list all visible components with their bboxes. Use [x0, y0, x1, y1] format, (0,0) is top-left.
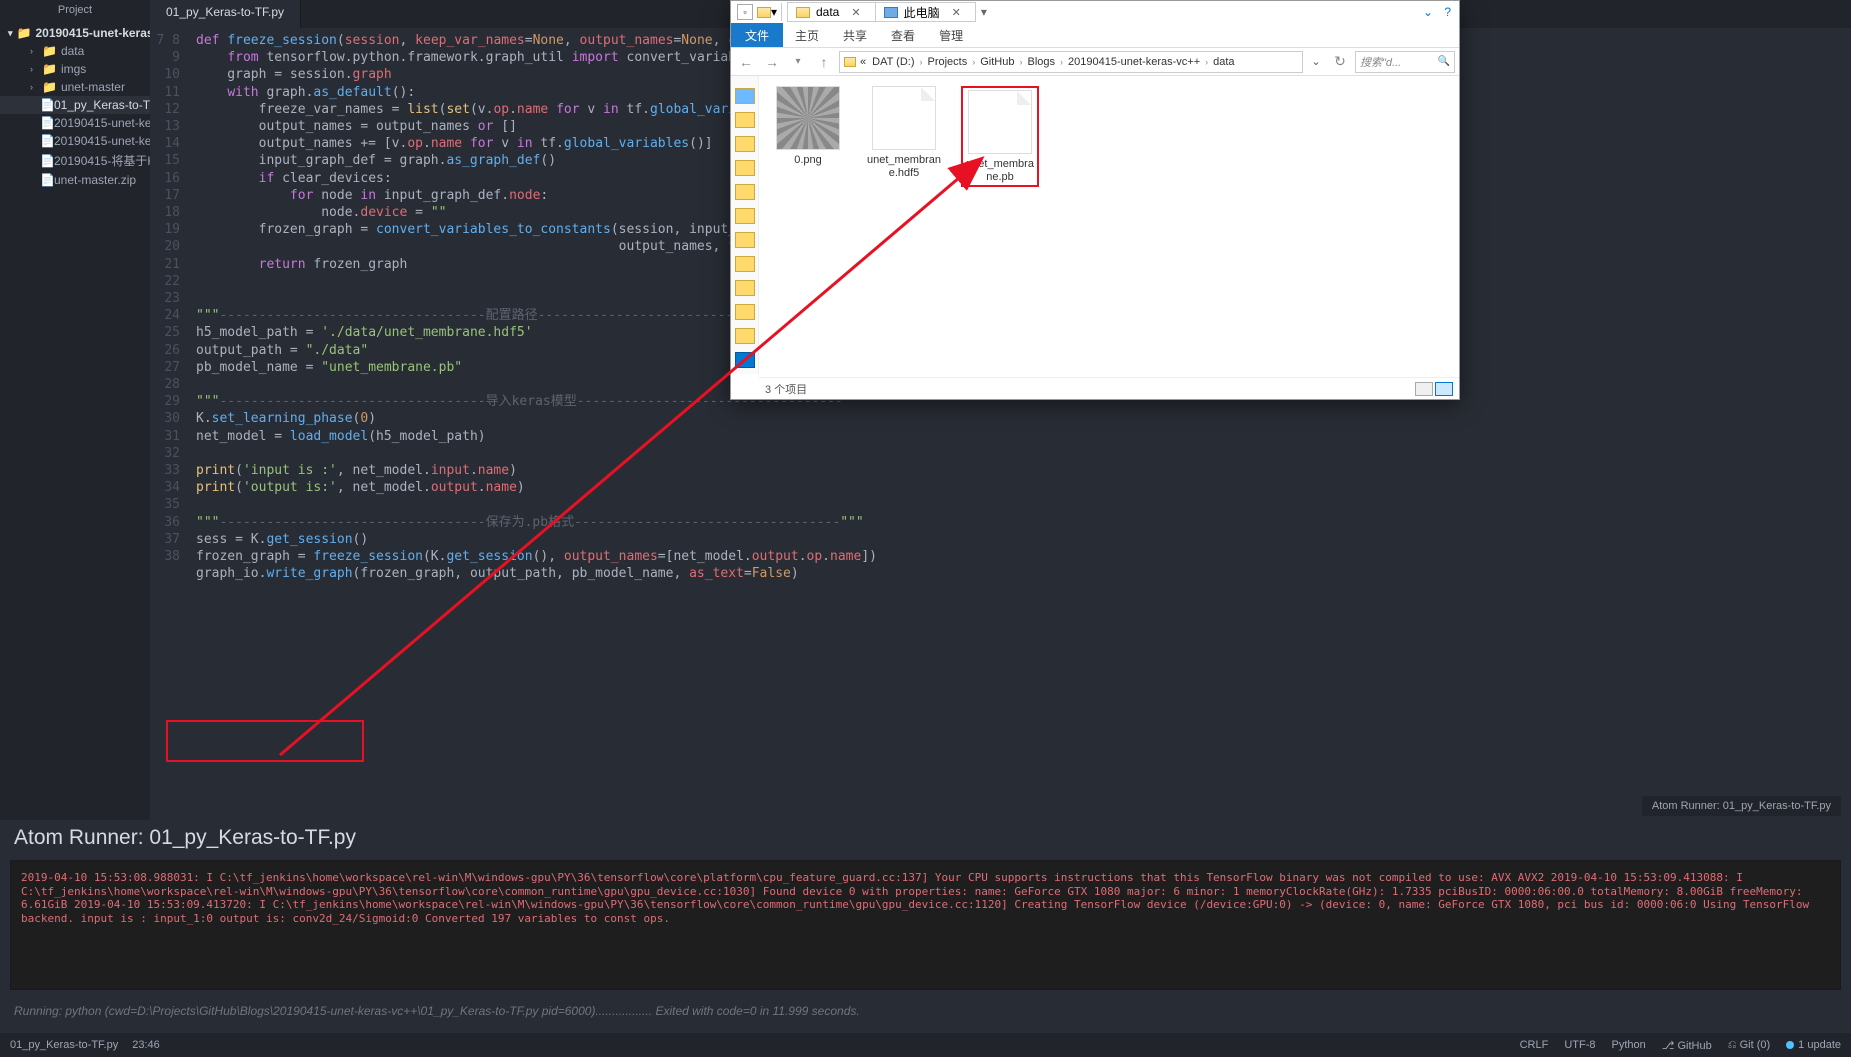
folder-icon — [844, 57, 856, 67]
folder-icon[interactable] — [735, 256, 755, 272]
sidebar-title: Project — [0, 0, 150, 20]
refresh-icon[interactable]: ↻ — [1329, 51, 1351, 73]
nav-history-icon[interactable]: ▾ — [787, 51, 809, 73]
pc-icon — [884, 7, 898, 18]
image-thumb — [776, 86, 840, 150]
folder-icon — [796, 7, 810, 18]
folder-icon[interactable] — [735, 208, 755, 224]
ribbon-manage[interactable]: 管理 — [927, 23, 975, 47]
tree-file[interactable]: 📄unet-master.zip — [0, 171, 150, 189]
status-bar: 01_py_Keras-to-TF.py 23:46 CRLF UTF-8 Py… — [0, 1033, 1851, 1057]
runner-title: Atom Runner: 01_py_Keras-to-TF.py — [14, 826, 1841, 850]
ribbon-home[interactable]: 主页 — [783, 23, 831, 47]
ribbon-view[interactable]: 查看 — [879, 23, 927, 47]
sb-encoding[interactable]: UTF-8 — [1564, 1039, 1595, 1051]
crumb[interactable]: DAT (D:) — [870, 56, 916, 68]
tree-file[interactable]: 📄20190415-将基于Keras — [0, 150, 150, 171]
sb-lang[interactable]: Python — [1612, 1039, 1646, 1051]
folder-icon[interactable] — [735, 304, 755, 320]
sb-github[interactable]: ⎇ GitHub — [1662, 1039, 1712, 1052]
folder-icon[interactable] — [735, 136, 755, 152]
folder-icon — [757, 7, 771, 18]
runner-status: Running: python (cwd=D:\Projects\GitHub\… — [14, 1004, 1841, 1018]
project-sidebar: Project ▾📁20190415-unet-keras-vc ›📁data … — [0, 0, 150, 820]
tree-file[interactable]: 📄20190415-unet-keras- — [0, 132, 150, 150]
explorer-search[interactable]: 搜索"d... — [1355, 51, 1455, 73]
explorer-icon: ▫ — [737, 4, 753, 20]
address-bar[interactable]: « DAT (D:)› Projects› GitHub› Blogs› 201… — [839, 51, 1303, 73]
sb-time: 23:46 — [132, 1039, 160, 1051]
sb-git[interactable]: ⎌ Git (0) — [1728, 1039, 1770, 1052]
crumb[interactable]: 20190415-unet-keras-vc++ — [1066, 56, 1202, 68]
file-thumb — [872, 86, 936, 150]
tree-file[interactable]: 📄20190415-unet-keras- — [0, 114, 150, 132]
crumb[interactable]: data — [1211, 56, 1236, 68]
close-icon[interactable]: ✕ — [952, 6, 961, 19]
new-tab-icon[interactable]: ▾ — [975, 5, 993, 19]
folder-icon[interactable] — [735, 160, 755, 176]
crumb[interactable]: Blogs — [1026, 56, 1058, 68]
file-thumb — [968, 90, 1032, 154]
explorer-window[interactable]: ▫ ▾ data✕ 此电脑✕ ▾ 文件 主页 共享 查看 管理 ⌄ ? ← → … — [730, 0, 1460, 400]
crumb[interactable]: Projects — [926, 56, 970, 68]
file-item[interactable]: 0.png — [769, 86, 847, 167]
explorer-nav[interactable] — [731, 76, 759, 374]
runner-panel: Atom Runner: 01_py_Keras-to-TF.py Atom R… — [0, 820, 1851, 1057]
view-icons-icon[interactable] — [1435, 382, 1453, 396]
expand-ribbon-icon[interactable]: ⌄ — [1423, 5, 1433, 19]
crumb[interactable]: GitHub — [978, 56, 1016, 68]
runner-tab[interactable]: Atom Runner: 01_py_Keras-to-TF.py — [1642, 796, 1841, 816]
ribbon-file[interactable]: 文件 — [731, 23, 783, 47]
tree-root[interactable]: ▾📁20190415-unet-keras-vc — [0, 24, 150, 42]
line-gutter: 7 8 9 10 11 12 13 14 15 16 17 18 19 20 2… — [150, 28, 190, 820]
explorer-tab-data[interactable]: data✕ — [787, 2, 876, 22]
file-item-selected[interactable]: unet_membrane.pb — [961, 86, 1039, 187]
explorer-file-area[interactable]: 0.png unet_membrane.hdf5 unet_membrane.p… — [759, 76, 1459, 374]
sb-file[interactable]: 01_py_Keras-to-TF.py — [10, 1039, 118, 1051]
item-count: 3 个项目 — [765, 381, 807, 397]
tree-folder[interactable]: ›📁imgs — [0, 60, 150, 78]
editor-tab[interactable]: 01_py_Keras-to-TF.py — [150, 0, 301, 28]
tree-file-active[interactable]: 📄01_py_Keras-to-TF.py — [0, 96, 150, 114]
folder-icon[interactable] — [735, 232, 755, 248]
quickaccess-icon[interactable] — [735, 88, 755, 104]
folder-icon[interactable] — [735, 112, 755, 128]
nav-up-icon[interactable]: ↑ — [813, 51, 835, 73]
tree-folder[interactable]: ›📁data — [0, 42, 150, 60]
explorer-tab-pc[interactable]: 此电脑✕ — [875, 2, 976, 22]
view-details-icon[interactable] — [1415, 382, 1433, 396]
onedrive-icon[interactable] — [735, 352, 755, 368]
addr-dropdown-icon[interactable]: ⌄ — [1307, 55, 1325, 68]
folder-icon[interactable] — [735, 328, 755, 344]
nav-fwd-icon[interactable]: → — [761, 51, 783, 73]
runner-output[interactable]: 2019-04-10 15:53:08.988031: I C:\tf_jenk… — [10, 860, 1841, 990]
sb-update[interactable]: 1 update — [1786, 1039, 1841, 1051]
file-item[interactable]: unet_membrane.hdf5 — [865, 86, 943, 179]
folder-icon[interactable] — [735, 184, 755, 200]
close-icon[interactable]: ✕ — [851, 6, 860, 19]
folder-icon[interactable] — [735, 280, 755, 296]
tree-folder[interactable]: ›📁unet-master — [0, 78, 150, 96]
nav-back-icon[interactable]: ← — [735, 51, 757, 73]
help-icon[interactable]: ? — [1444, 5, 1451, 19]
explorer-statusbar: 3 个项目 — [759, 377, 1459, 399]
sb-eol[interactable]: CRLF — [1520, 1039, 1549, 1051]
ribbon-share[interactable]: 共享 — [831, 23, 879, 47]
